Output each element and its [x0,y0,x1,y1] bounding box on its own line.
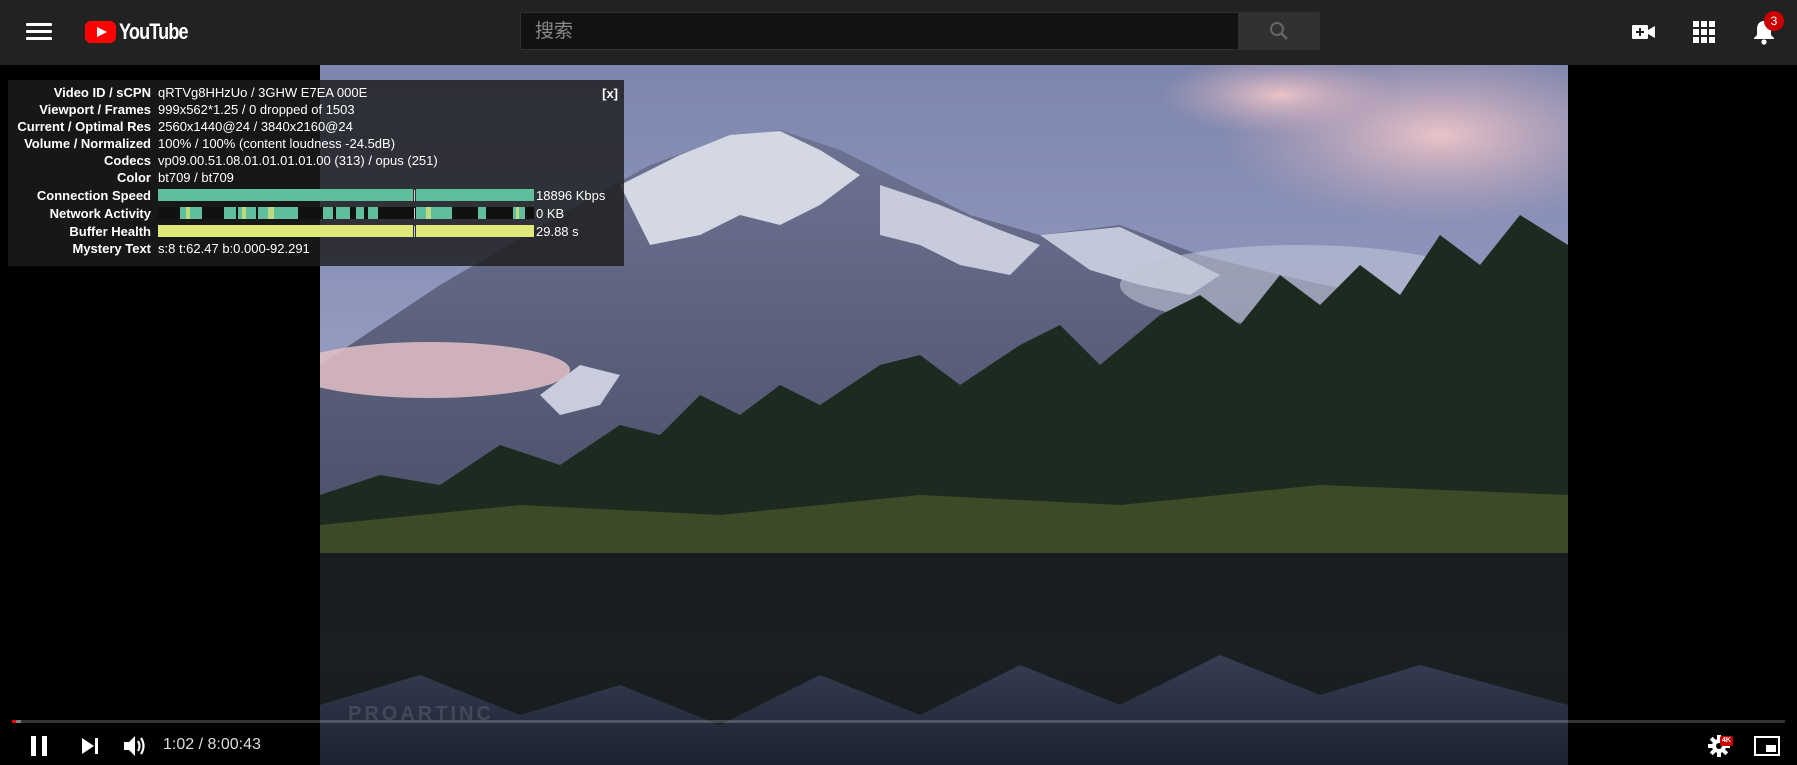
mute-button[interactable] [120,732,150,760]
stat-label: Codecs [104,153,151,168]
stat-value: qRTVg8HHzUo / 3GHW E7EA 000E [158,85,368,100]
stats-close-button[interactable]: [x] [602,85,618,102]
stats-for-nerds-panel: [x] Video ID / sCPN qRTVg8HHzUo / 3GHW E… [8,80,624,266]
progress-played [12,720,16,723]
youtube-logo[interactable]: YouTube [85,19,203,45]
search-bar [520,12,1320,50]
miniplayer-button[interactable] [1752,732,1782,760]
connection-speed-graph [158,189,534,201]
buffer-health-value: 29.88 s [536,223,579,239]
progress-bar[interactable] [12,720,1785,723]
network-activity-value: 0 KB [536,205,565,221]
stat-row-network-activity: Network Activity 0 KB [8,204,624,222]
stat-row-resolution: Current / Optimal Res 2560x1440@24 / 384… [8,118,624,135]
stat-label: Mystery Text [72,241,151,256]
volume-icon [124,736,145,756]
notification-count-badge: 3 [1764,11,1784,31]
stat-row-connection-speed: Connection Speed 18896 Kbps [8,186,624,204]
logo-text: YouTube [119,19,189,44]
stat-label: Network Activity [49,205,151,221]
stat-label: Viewport / Frames [39,102,151,117]
masthead: YouTube 搜索 3 [0,0,1797,65]
create-video-button[interactable] [1630,18,1658,46]
stat-label: Volume / Normalized [24,136,151,151]
video-camera-plus-icon [1632,25,1655,39]
stat-label: Connection Speed [36,187,151,203]
stat-label: Video ID / sCPN [53,85,151,100]
stat-value: 100% / 100% (content loudness -24.5dB) [158,136,396,151]
buffer-health-graph [158,225,534,237]
search-input[interactable] [520,12,1238,50]
stat-label: Current / Optimal Res [17,119,151,134]
stat-row-buffer-health: Buffer Health 29.88 s [8,222,624,240]
search-icon [1270,22,1288,40]
stat-value: bt709 / bt709 [158,170,234,185]
network-activity-graph [158,207,534,219]
stat-row-mystery-text: Mystery Text s:8 t:62.47 b:0.000-92.291 [8,240,624,257]
hamburger-menu-icon[interactable] [26,21,52,43]
next-button[interactable] [78,732,102,760]
stat-value: 2560x1440@24 / 3840x2160@24 [158,119,353,134]
stat-row-color: Color bt709 / bt709 [8,169,624,186]
stat-label: Color [117,170,151,185]
time-display: 1:02 / 8:00:43 [163,736,261,753]
next-track-icon [82,738,98,754]
stat-value: vp09.00.51.08.01.01.01.01.00 (313) / opu… [158,153,438,168]
stat-row-viewport: Viewport / Frames 999x562*1.25 / 0 dropp… [8,101,624,118]
apps-button[interactable] [1690,18,1718,46]
apps-grid-icon [1693,21,1715,43]
stat-row-codecs: Codecs vp09.00.51.08.01.01.01.01.00 (313… [8,152,624,169]
miniplayer-icon [1754,736,1780,756]
stat-value: s:8 t:62.47 b:0.000-92.291 [158,241,310,256]
stat-row-video-id: Video ID / sCPN qRTVg8HHzUo / 3GHW E7EA … [8,84,624,101]
stat-label: Buffer Health [69,223,151,239]
connection-speed-value: 18896 Kbps [536,187,606,203]
quality-badge: 4K [1720,736,1733,746]
stat-value: 999x562*1.25 / 0 dropped of 1503 [158,102,355,117]
search-button[interactable] [1238,12,1320,50]
pause-icon [31,736,47,756]
pause-button[interactable] [26,732,52,760]
stat-row-volume: Volume / Normalized 100% / 100% (content… [8,135,624,152]
youtube-play-logo-icon [85,21,116,43]
